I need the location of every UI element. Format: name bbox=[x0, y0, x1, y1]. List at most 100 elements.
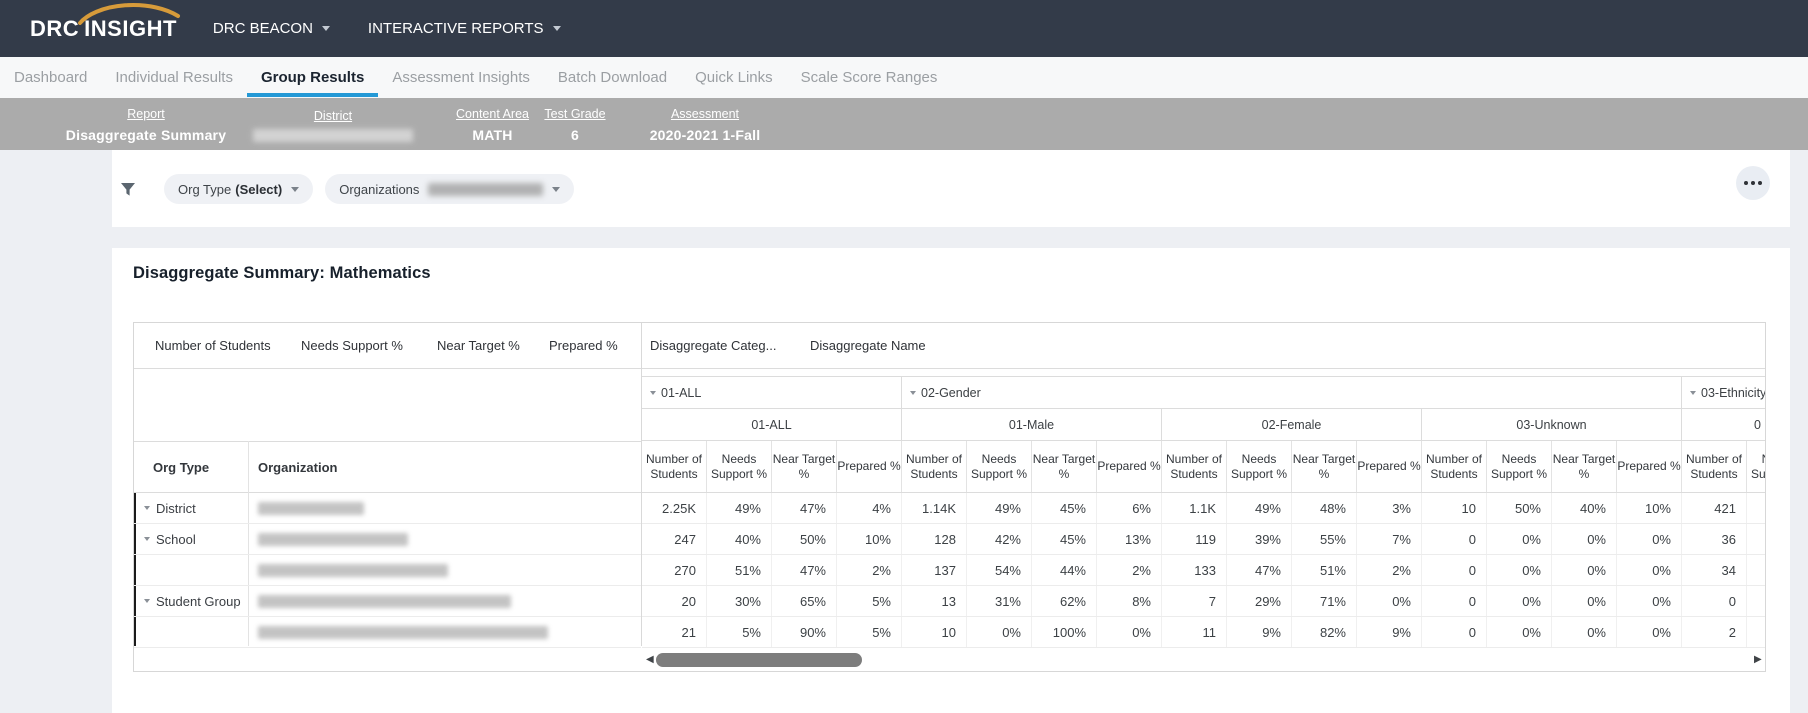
scroll-left-arrow[interactable]: ◀ bbox=[646, 652, 654, 668]
tab-quick-links[interactable]: Quick Links bbox=[681, 57, 787, 98]
scroll-right-arrow[interactable]: ▶ bbox=[1754, 652, 1762, 668]
report-col-value: Disaggregate Summary bbox=[65, 127, 227, 143]
data-cell: 39% bbox=[1227, 524, 1292, 554]
disaggregate-name-picker[interactable]: Disaggregate Name bbox=[810, 323, 926, 368]
group-band-row: 01-ALL 02-Gender 03-Ethnicity bbox=[642, 376, 1765, 409]
tab-individual-results[interactable]: Individual Results bbox=[101, 57, 247, 98]
report-title: Disaggregate Summary: Mathematics bbox=[133, 264, 431, 282]
org-row-2[interactable]: School bbox=[134, 524, 641, 555]
data-cell: 0% bbox=[1617, 586, 1682, 616]
data-cell: 45% bbox=[1032, 493, 1097, 523]
report-col-label-test-grade[interactable]: Test Grade bbox=[544, 107, 605, 121]
measure-chip-number-of-students[interactable]: Number of Students bbox=[155, 323, 271, 368]
report-col-value: 6 bbox=[571, 127, 579, 143]
measure-chip-needs-support[interactable]: Needs Support % bbox=[301, 323, 403, 368]
chevron-down-icon bbox=[321, 26, 330, 31]
data-cell: 119 bbox=[1162, 524, 1227, 554]
tab-batch-download[interactable]: Batch Download bbox=[544, 57, 681, 98]
org-row-1[interactable]: District bbox=[134, 493, 641, 524]
data-cell: 100% bbox=[1032, 617, 1097, 647]
data-cell: 133 bbox=[1162, 555, 1227, 585]
data-cell: 4% bbox=[837, 493, 902, 523]
tab-group-results[interactable]: Group Results bbox=[246, 57, 379, 98]
data-cell: 0% bbox=[1487, 524, 1552, 554]
report-col-assessment: Assessment 2020-2021 1-Fall bbox=[615, 98, 795, 150]
horizontal-scrollbar-thumb[interactable] bbox=[656, 653, 862, 667]
data-cell: 0% bbox=[1357, 586, 1422, 616]
data-cell: 128 bbox=[902, 524, 967, 554]
measure-header-row: Number of Students Needs Support % Near Ta… bbox=[134, 323, 641, 369]
subgroup-row: 01-ALL 01-Male 02-Female 03-Unknown 0 bbox=[642, 409, 1765, 441]
report-col-label-district[interactable]: District bbox=[314, 109, 352, 123]
data-cell: 31% bbox=[967, 586, 1032, 616]
measure-chip-near-target[interactable]: Near Target % bbox=[437, 323, 520, 368]
column-header-number-of-students: Number of Students bbox=[642, 441, 707, 492]
data-cell: 10 bbox=[902, 617, 967, 647]
collapse-icon bbox=[650, 390, 656, 395]
data-row-4: 20 30% 65% 5% 13 31% 62% 8% 7 29% 71% 0% 0 0% 0% 0% 0 bbox=[642, 586, 1765, 617]
organization-header: Organization bbox=[258, 459, 338, 475]
row-expander-icon[interactable] bbox=[144, 506, 150, 510]
data-cell: 0% bbox=[1552, 586, 1617, 616]
disaggregate-category-picker[interactable]: Disaggregate Categ... bbox=[650, 323, 776, 368]
data-cell: 13 bbox=[902, 586, 967, 616]
tab-assessment-insights[interactable]: Assessment Insights bbox=[378, 57, 544, 98]
data-cell: 50% bbox=[772, 524, 837, 554]
column-header-prepared: Prepared % bbox=[837, 441, 902, 492]
organization-name-blurred bbox=[258, 502, 364, 515]
row-expander-icon[interactable] bbox=[144, 599, 150, 603]
report-col-report: Report Disaggregate Summary bbox=[40, 98, 252, 150]
subgroup-0: 0 bbox=[1754, 417, 1761, 432]
group-band-label: 01-ALL bbox=[661, 385, 702, 400]
column-header-needs-support: Needs Support % bbox=[707, 441, 772, 492]
data-cell: 49% bbox=[707, 493, 772, 523]
report-card: Disaggregate Summary: Mathematics Number… bbox=[112, 248, 1790, 713]
data-cell: 0 bbox=[1422, 555, 1487, 585]
org-type-header: Org Type bbox=[153, 459, 210, 475]
data-cell: 48% bbox=[1292, 493, 1357, 523]
more-options-button[interactable] bbox=[1736, 166, 1770, 200]
organization-name-blurred bbox=[258, 626, 548, 639]
data-cell: 82% bbox=[1292, 617, 1357, 647]
column-header-prepared: Prepared % bbox=[1097, 441, 1162, 492]
tab-scale-score-ranges[interactable]: Scale Score Ranges bbox=[787, 57, 952, 98]
menu-drc-beacon[interactable]: DRC BEACON bbox=[213, 20, 330, 37]
data-cell: 50% bbox=[1487, 493, 1552, 523]
org-row-4[interactable]: Student Group bbox=[134, 586, 641, 617]
column-header-number-of-students: Number of Students bbox=[1162, 441, 1227, 492]
organizations-select-pill[interactable]: Organizations bbox=[325, 174, 575, 204]
data-row-1: 2.25K 49% 47% 4% 1.14K 49% 45% 6% 1.1K 49% 48% 3% 10… bbox=[642, 493, 1765, 524]
column-header-number-of-students: Number of Students bbox=[1682, 441, 1747, 492]
row-expander-icon[interactable] bbox=[144, 537, 150, 541]
org-row-5[interactable] bbox=[134, 617, 641, 648]
tab-dashboard[interactable]: Dashboard bbox=[0, 57, 101, 98]
org-row-3[interactable] bbox=[134, 555, 641, 586]
group-band-01-all[interactable]: 01-ALL bbox=[642, 377, 902, 408]
report-col-label-assessment[interactable]: Assessment bbox=[671, 107, 739, 121]
data-cell: 3% bbox=[1357, 493, 1422, 523]
filter-funnel-icon[interactable] bbox=[120, 182, 136, 197]
report-col-label-report[interactable]: Report bbox=[127, 107, 165, 121]
report-info-bar: Report Disaggregate Summary District Conten… bbox=[0, 98, 1808, 150]
data-cell: 40% bbox=[1552, 493, 1617, 523]
data-cell: 0% bbox=[1617, 524, 1682, 554]
measure-chip-prepared[interactable]: Prepared % bbox=[549, 323, 618, 368]
data-cell: 5% bbox=[707, 617, 772, 647]
report-col-label-content-area[interactable]: Content Area bbox=[456, 107, 529, 121]
report-col-value: 2020-2021 1-Fall bbox=[649, 127, 761, 143]
organization-name-blurred bbox=[258, 595, 511, 608]
report-col-value: MATH bbox=[472, 127, 513, 143]
data-cell: 247 bbox=[642, 524, 707, 554]
data-cell: 5% bbox=[837, 617, 902, 647]
filter-row: Org Type (Select) Organizations bbox=[120, 174, 586, 204]
group-band-02-gender[interactable]: 02-Gender bbox=[902, 377, 1682, 408]
org-type-select-pill[interactable]: Org Type (Select) bbox=[164, 174, 314, 204]
data-cell bbox=[1747, 493, 1765, 523]
picker-header-row: Disaggregate Categ... Disaggregate Name bbox=[642, 323, 1765, 369]
menu-interactive-reports[interactable]: INTERACTIVE REPORTS bbox=[368, 20, 561, 37]
group-band-03-ethnicity[interactable]: 03-Ethnicity bbox=[1682, 377, 1765, 408]
data-row-3: 270 51% 47% 2% 137 54% 44% 2% 133 47% 51% 2% 0 0% 0% 0%… bbox=[642, 555, 1765, 586]
data-cell: 47% bbox=[1227, 555, 1292, 585]
subgroup-01-all: 01-ALL bbox=[642, 409, 902, 440]
report-col-test-grade: Test Grade 6 bbox=[535, 98, 615, 150]
